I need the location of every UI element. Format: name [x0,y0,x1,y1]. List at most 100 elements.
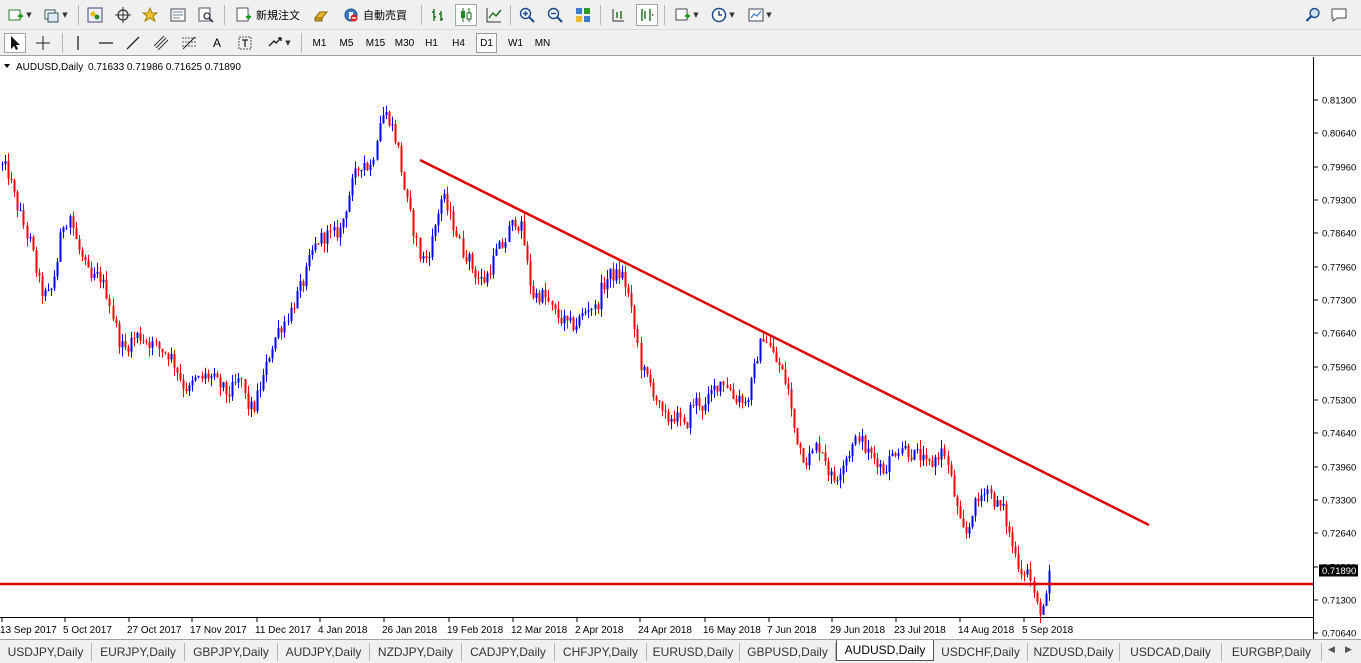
zoom-in-button[interactable] [517,5,537,25]
text-tool[interactable]: A [207,33,227,53]
chart-header: AUDUSD,Daily 0.71633 0.71986 0.71625 0.7… [4,62,241,73]
data-window-button[interactable] [113,5,133,25]
profiles-button[interactable]: ▼ [40,5,72,25]
symbol-tab-eurgbp[interactable]: EURGBP,Daily [1222,643,1322,661]
market-watch-icon [87,7,103,23]
symbol-tab-audusd[interactable]: AUDUSD,Daily [836,640,934,661]
candle [759,338,762,364]
auto-trading-button[interactable]: 自動売買 [338,5,412,25]
time-tick-label: 27 Oct 2017 [127,625,182,636]
search-button[interactable] [1303,5,1323,25]
timeframe-d1-button[interactable]: D1 [476,33,497,53]
trendline-tool[interactable] [123,33,143,53]
symbol-tab-nzdjpy[interactable]: NZDJPY,Daily [370,643,462,661]
timeframe-h4-button[interactable]: H4 [448,33,469,53]
timeframe-w1-button[interactable]: W1 [505,33,526,53]
auto-trading-icon [343,7,359,23]
symbol-tab-gbpusd[interactable]: GBPUSD,Daily [740,643,836,661]
separator [421,5,422,25]
price-tick-label: 0.77300 [1322,296,1356,307]
tester-button[interactable] [196,5,216,25]
price-chart[interactable]: 0.81300 0.80640 0.79960 0.79300 0.78640 0.779… [0,57,1361,639]
candle [796,427,799,445]
symbol-tab-gbpjpy[interactable]: GBPJPY,Daily [185,643,278,661]
symbol-tab-usdjpy[interactable]: USDJPY,Daily [0,643,92,661]
candle [802,447,805,464]
crosshair-tool[interactable] [32,33,54,53]
arrows-tool[interactable]: ▼ [263,33,295,53]
bar-chart-button[interactable] [428,5,448,25]
price-tick-label: 0.73960 [1322,463,1356,474]
navigator-button[interactable] [140,5,160,25]
periods-button[interactable]: ▼ [707,5,739,25]
timeframe-m5-button[interactable]: M5 [336,33,357,53]
chat-button[interactable] [1329,5,1349,25]
auto-scroll-button[interactable] [636,4,658,26]
star-folder-icon [141,6,159,23]
vertical-line-icon [70,35,86,51]
symbol-tab-usdchf[interactable]: USDCHF,Daily [934,643,1028,661]
equidistant-channel-tool[interactable] [151,33,171,53]
symbol-tab-chfjpy[interactable]: CHFJPY,Daily [555,643,647,661]
tabs-scroll-left-icon[interactable]: ◀ [1328,645,1335,655]
price-tick-label: 0.78640 [1322,229,1356,240]
time-tick-label: 14 Aug 2018 [958,625,1015,636]
time-tick-label: 29 Jun 2018 [830,625,885,636]
terminal-button[interactable] [168,5,188,25]
text-label-tool[interactable] [235,33,255,53]
time-tick-label: 11 Dec 2017 [255,625,311,636]
templates-button[interactable]: ▼ [744,5,776,25]
symbol-tab-audjpy[interactable]: AUDJPY,Daily [278,643,370,661]
candle [403,171,406,191]
zoom-out-button[interactable] [545,5,565,25]
symbol-tab-usdcad[interactable]: USDCAD,Daily [1120,643,1222,661]
vertical-line-tool[interactable] [68,33,88,53]
separator [664,5,665,25]
tile-windows-button[interactable] [573,5,593,25]
tile-windows-icon [575,7,591,23]
auto-scroll-icon [639,7,655,23]
symbol-tab-eurjpy[interactable]: EURJPY,Daily [92,643,185,661]
indicators-icon [675,7,691,23]
separator [301,33,302,53]
cursor-tool[interactable] [4,33,26,53]
timeframe-m1-button[interactable]: M1 [309,33,330,53]
zoom-in-icon [519,7,535,23]
line-chart-button[interactable] [484,5,504,25]
candlestick-chart-button[interactable] [455,4,477,26]
search-icon [1305,7,1321,23]
timeframe-m30-button[interactable]: M30 [392,33,417,53]
symbol-tab-nzdusd[interactable]: NZDUSD,Daily [1028,643,1120,661]
time-tick-label: 17 Nov 2017 [190,625,247,636]
candle [572,316,575,332]
auto-trading-label: 自動売買 [363,9,407,22]
magnifier-page-icon [198,7,214,23]
indicators-button[interactable]: ▼ [671,5,703,25]
bar-chart-icon [430,7,446,23]
tabs-scroll-right-icon[interactable]: ▶ [1345,645,1352,655]
time-tick-label: 13 Sep 2017 [0,625,57,636]
symbol-tab-eurusd[interactable]: EURUSD,Daily [647,643,740,661]
fibonacci-icon [181,35,197,51]
fibonacci-tool[interactable] [179,33,199,53]
symbol-tab-cadjpy[interactable]: CADJPY,Daily [462,643,555,661]
candle [376,139,379,161]
time-tick-label: 26 Jan 2018 [382,625,437,636]
main-toolbar: ▼ ▼ 新規注文 自動売買 ▼ ▼ ▼ [0,0,1361,30]
chart-shift-button[interactable] [608,5,628,25]
candle [35,246,38,278]
metaeditor-button[interactable] [310,5,332,25]
timeframe-mn-button[interactable]: MN [532,33,553,53]
price-tick-label: 0.81300 [1322,96,1356,107]
candle [864,434,867,454]
new-chart-button[interactable]: ▼ [4,5,36,25]
horizontal-line-tool[interactable] [96,33,116,53]
timeframe-m15-button[interactable]: M15 [363,33,388,53]
separator [600,5,601,25]
timeframe-h1-button[interactable]: H1 [421,33,442,53]
market-watch-button[interactable] [85,5,105,25]
current-price-marker: 0.71890 [1319,564,1358,577]
new-chart-icon [8,7,24,23]
new-order-button[interactable]: 新規注文 [232,5,304,25]
current-price-label: 0.71890 [1322,566,1356,577]
